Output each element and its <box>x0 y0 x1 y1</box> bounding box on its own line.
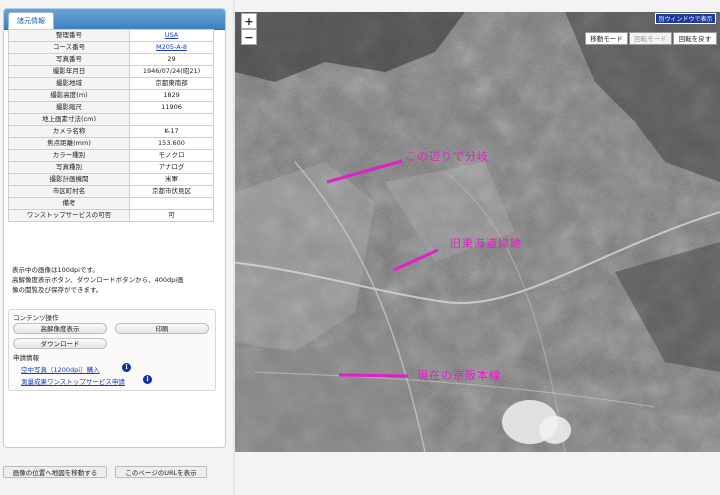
note-line: 像の閲覧及び保存ができます。 <box>12 286 103 294</box>
annotation-branch: この辺りで分岐 <box>405 150 489 163</box>
row-label: 市区町村名 <box>8 185 130 198</box>
note-line: 高解像度表示ボタン、ダウンロードボタンから、400dpi画 <box>12 276 184 284</box>
row-label: 写真番号 <box>8 53 130 66</box>
contents-operations-box: コンテンツ操作 高解像度表示 印刷 ダウンロード 申請情報 空中写真（1200d… <box>8 309 216 391</box>
table-row: 写真種別 アナログ <box>8 161 214 174</box>
row-value: 可 <box>129 209 214 222</box>
contents-title: コンテンツ操作 <box>13 314 59 322</box>
row-value-link[interactable]: M205-A-8 <box>156 43 187 51</box>
row-label: 備考 <box>8 197 130 210</box>
row-value: 11906 <box>129 101 214 114</box>
table-row: 撮影高度(m) 1829 <box>8 89 214 102</box>
row-label: 写真種別 <box>8 161 130 174</box>
table-row: カラー種別 モノクロ <box>8 149 214 162</box>
row-label: 地上画素寸法(cm) <box>8 113 130 126</box>
move-map-button[interactable]: 画像の位置へ地図を移動する <box>3 466 107 478</box>
table-row: 撮影計画機関 米軍 <box>8 173 214 186</box>
panel-header: 諸元情報 <box>4 9 225 30</box>
row-label: 撮影縮尺 <box>8 101 130 114</box>
map-top-bar <box>235 0 720 12</box>
onestop-service-link[interactable]: 測量成果ワンストップサービス申請 <box>21 376 125 386</box>
table-row: 整理番号 USA <box>8 29 214 42</box>
annotation-old-line: 旧東海道線跡 <box>450 237 522 250</box>
aerial-photo-viewer[interactable] <box>235 12 720 452</box>
resolution-note: 表示中の画像は100dpiです。 高解像度表示ボタン、ダウンロードボタンから、4… <box>12 265 217 295</box>
download-button[interactable]: ダウンロード <box>13 338 107 349</box>
apply-info-title: 申請情報 <box>13 354 39 362</box>
row-value: USA <box>129 29 214 42</box>
table-row: 撮影縮尺 11906 <box>8 101 214 114</box>
row-value <box>129 197 214 210</box>
table-row: カメラ名称 K-17 <box>8 125 214 138</box>
row-label: カラー種別 <box>8 149 130 162</box>
row-value: 京都市伏見区 <box>129 185 214 198</box>
row-value: 京都東南部 <box>129 77 214 90</box>
row-value: K-17 <box>129 125 214 138</box>
tab-spec-info[interactable]: 諸元情報 <box>8 12 54 30</box>
table-row: 備考 <box>8 197 214 210</box>
row-value: 米軍 <box>129 173 214 186</box>
row-value <box>129 113 214 126</box>
row-value: 1829 <box>129 89 214 102</box>
aerial-photo <box>235 12 720 452</box>
map-footer <box>235 452 720 495</box>
table-row: ワンストップサービスの可否可 <box>8 209 214 222</box>
note-line: 表示中の画像は100dpiです。 <box>12 266 99 274</box>
spec-table: 整理番号 USA コース番号 M205-A-8 写真番号 29 撮影年月日 1946/07/2… <box>8 29 214 222</box>
zoom-in-button[interactable]: + <box>241 13 257 29</box>
zoom-out-button[interactable]: − <box>241 29 257 45</box>
print-button[interactable]: 印刷 <box>115 323 209 334</box>
row-label: カメラ名称 <box>8 125 130 138</box>
annotation-current-line: 現在の京阪本線 <box>417 369 501 382</box>
row-label: 撮影地域 <box>8 77 130 90</box>
table-row: 写真番号 29 <box>8 53 214 66</box>
rotate-mode-button[interactable]: 回転モード <box>629 32 672 45</box>
hires-view-button[interactable]: 高解像度表示 <box>13 323 107 334</box>
row-value: 29 <box>129 53 214 66</box>
row-value: 1946/07/24(昭21) <box>129 65 214 78</box>
row-value: アナログ <box>129 161 214 174</box>
table-row: 撮影地域 京都東南部 <box>8 77 214 90</box>
row-label: 撮影高度(m) <box>8 89 130 102</box>
info-icon[interactable]: i <box>143 375 152 384</box>
purchase-link[interactable]: 空中写真（1200dpi）購入 <box>21 364 100 374</box>
row-value: 153.600 <box>129 137 214 150</box>
row-label: 撮影年月日 <box>8 65 130 78</box>
row-label: 焦点距離(mm) <box>8 137 130 150</box>
open-new-window-button[interactable]: 別ウィンドウで表示 <box>655 13 716 24</box>
table-row: 撮影年月日 1946/07/24(昭21) <box>8 65 214 78</box>
table-row: 地上画素寸法(cm) <box>8 113 214 126</box>
row-label: 整理番号 <box>8 29 130 42</box>
row-value: モノクロ <box>129 149 214 162</box>
info-icon[interactable]: i <box>122 363 131 372</box>
reset-rotation-button[interactable]: 回転を戻す <box>673 32 717 45</box>
row-label: コース番号 <box>8 41 130 54</box>
table-row: 市区町村名 京都市伏見区 <box>8 185 214 198</box>
row-label: ワンストップサービスの可否 <box>8 209 130 222</box>
table-row: 焦点距離(mm) 153.600 <box>8 137 214 150</box>
row-label: 撮影計画機関 <box>8 173 130 186</box>
table-row: コース番号 M205-A-8 <box>8 41 214 54</box>
show-url-button[interactable]: このページのURLを表示 <box>115 466 207 478</box>
row-value: M205-A-8 <box>129 41 214 54</box>
move-mode-button[interactable]: 移動モード <box>585 32 628 45</box>
row-value-link[interactable]: USA <box>165 31 178 39</box>
